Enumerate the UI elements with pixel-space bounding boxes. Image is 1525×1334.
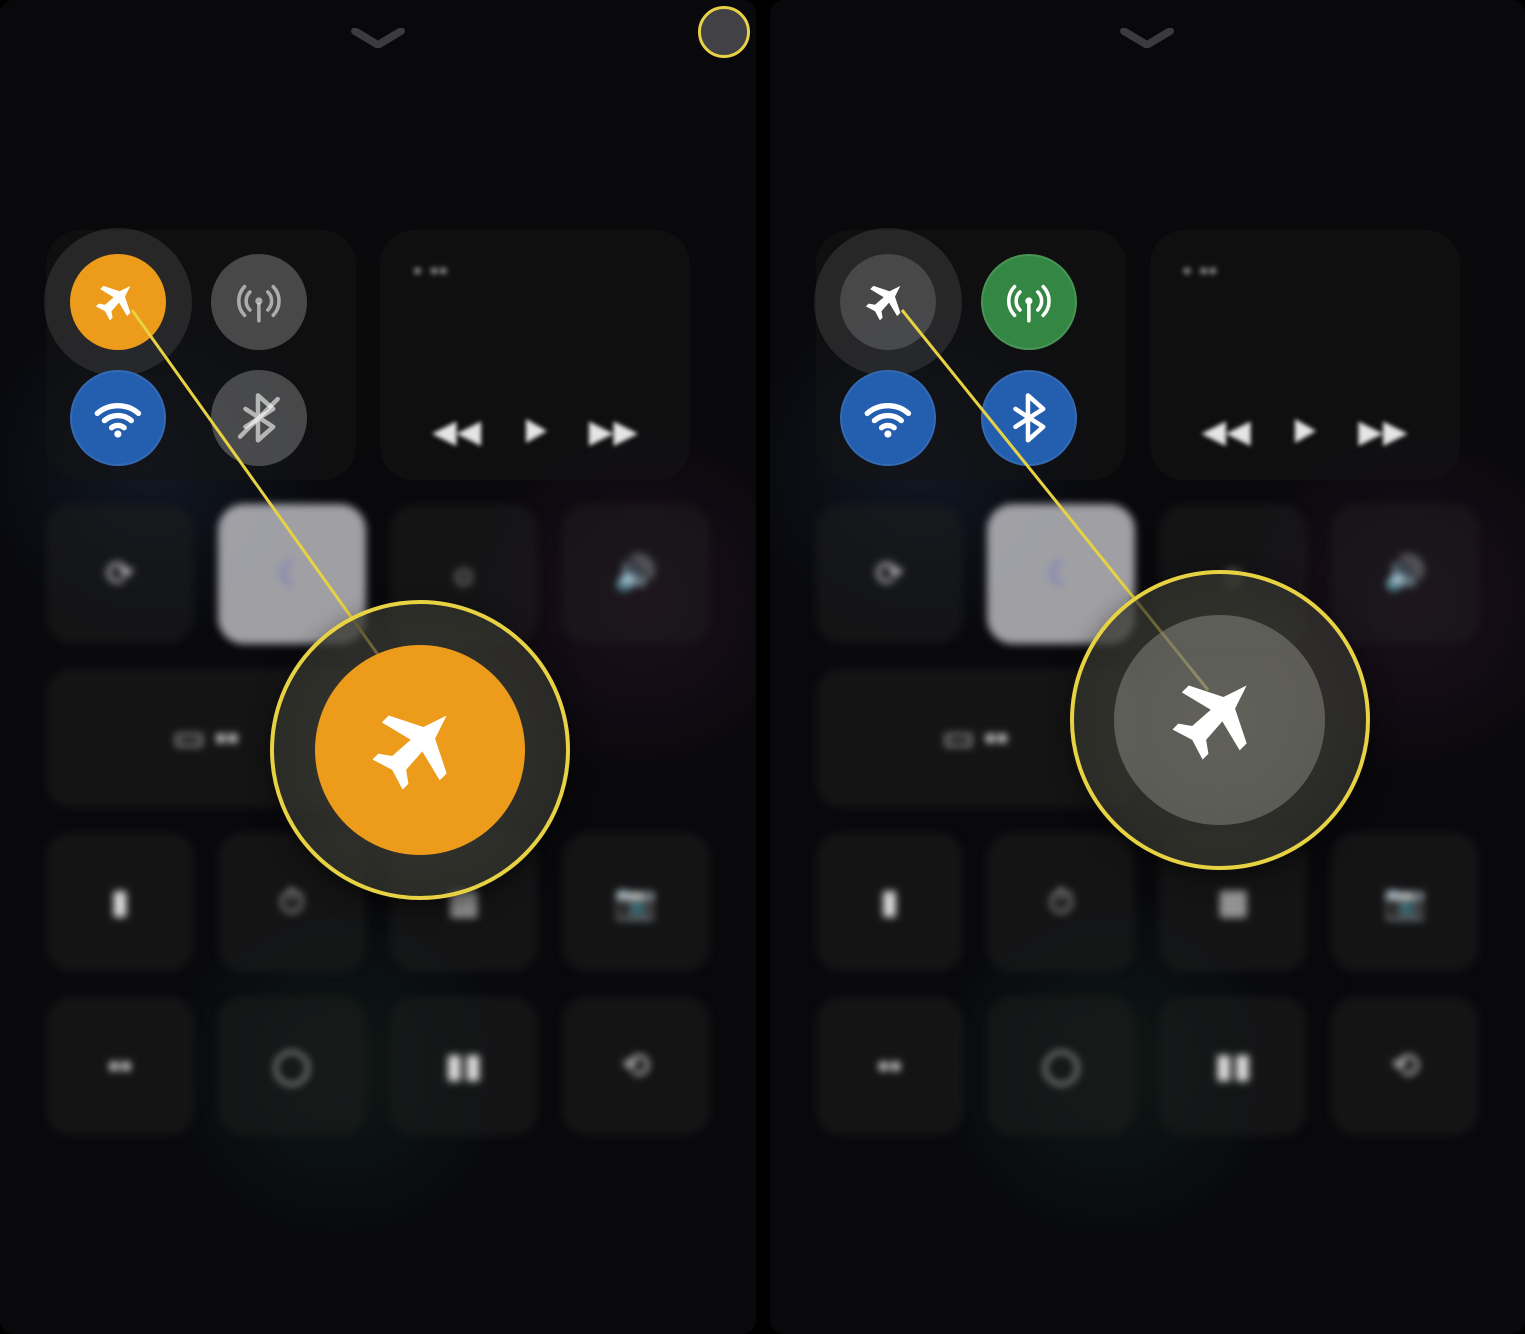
media-panel[interactable]: ▪ ▪▪ ◀◀ ▶▶ xyxy=(1150,230,1460,480)
wifi-toggle[interactable] xyxy=(840,370,936,466)
cellular-data-toggle[interactable] xyxy=(211,254,307,350)
control-center-grabber[interactable] xyxy=(338,28,418,48)
control-tiles-row-3: ▪▪ ◯ ▮▮ ⟲ xyxy=(816,996,1480,1136)
extra-tile-2[interactable]: ◯ xyxy=(987,996,1135,1136)
next-track-button[interactable]: ▶▶ xyxy=(589,412,638,450)
airplane-icon xyxy=(91,275,145,329)
connectivity-panel[interactable] xyxy=(816,230,1126,480)
play-icon[interactable] xyxy=(1286,413,1322,449)
now-playing-label: ▪ ▪▪ xyxy=(414,260,656,300)
pane-airplane-on: ▪ ▪▪ ◀◀ ▶▶ ⟳ ☾ ☼ 🔊 ▭ ▪▪ ▮ ⏱ ▦ xyxy=(0,0,756,1334)
prev-track-button[interactable]: ◀◀ xyxy=(1201,412,1250,450)
control-center-grabber[interactable] xyxy=(1107,28,1187,48)
comparison-container: ▪ ▪▪ ◀◀ ▶▶ ⟳ ☾ ☼ 🔊 ▭ ▪▪ ▮ ⏱ ▦ xyxy=(0,0,1525,1334)
media-panel[interactable]: ▪ ▪▪ ◀◀ ▶▶ xyxy=(380,230,690,480)
flashlight-tile[interactable]: ▮ xyxy=(46,832,194,972)
airplane-icon xyxy=(1162,662,1278,778)
next-track-button[interactable]: ▶▶ xyxy=(1358,412,1407,450)
prev-track-button[interactable]: ◀◀ xyxy=(432,412,481,450)
extra-tile-1[interactable]: ▪▪ xyxy=(816,996,964,1136)
airplane-icon xyxy=(861,275,915,329)
connectivity-panel[interactable] xyxy=(46,230,356,480)
camera-tile[interactable]: 📷 xyxy=(562,832,710,972)
flashlight-tile[interactable]: ▮ xyxy=(816,832,964,972)
annotation-corner-highlight xyxy=(698,6,750,58)
extra-tile-3[interactable]: ▮▮ xyxy=(1159,996,1307,1136)
control-tiles-row-3: ▪▪ ◯ ▮▮ ⟲ xyxy=(46,996,710,1136)
extra-tile-2[interactable]: ◯ xyxy=(218,996,366,1136)
media-controls[interactable]: ◀◀ ▶▶ xyxy=(414,412,656,450)
cellular-icon xyxy=(1002,275,1056,329)
bluetooth-off-icon xyxy=(232,391,286,445)
bluetooth-icon xyxy=(1002,391,1056,445)
annotation-zoom-inner xyxy=(1114,615,1324,825)
bluetooth-toggle[interactable] xyxy=(981,370,1077,466)
extra-tile-3[interactable]: ▮▮ xyxy=(390,996,538,1136)
cellular-icon xyxy=(232,275,286,329)
annotation-zoom-airplane-off xyxy=(1070,570,1370,870)
cellular-data-toggle[interactable] xyxy=(981,254,1077,350)
orientation-lock-tile[interactable]: ⟳ xyxy=(46,504,194,644)
camera-tile[interactable]: 📷 xyxy=(1331,832,1479,972)
wifi-icon xyxy=(861,391,915,445)
pane-airplane-off: ▪ ▪▪ ◀◀ ▶▶ ⟳ ☾ ☼ 🔊 ▭ ▪▪ ▮ ⏱ ▦ xyxy=(770,0,1525,1334)
control-tiles-row-2: ▮ ⏱ ▦ 📷 xyxy=(816,832,1480,972)
volume-slider[interactable]: 🔊 xyxy=(1331,504,1479,644)
extra-tile-4[interactable]: ⟲ xyxy=(562,996,710,1136)
annotation-zoom-inner xyxy=(315,645,525,855)
now-playing-label: ▪ ▪▪ xyxy=(1184,260,1426,300)
annotation-zoom-airplane-on xyxy=(270,600,570,900)
media-controls[interactable]: ◀◀ ▶▶ xyxy=(1184,412,1426,450)
play-icon[interactable] xyxy=(517,413,553,449)
extra-tile-1[interactable]: ▪▪ xyxy=(46,996,194,1136)
volume-slider[interactable]: 🔊 xyxy=(562,504,710,644)
airplane-mode-toggle[interactable] xyxy=(840,254,936,350)
wifi-toggle[interactable] xyxy=(70,370,166,466)
timer-tile[interactable]: ⏱ xyxy=(987,832,1135,972)
orientation-lock-tile[interactable]: ⟳ xyxy=(816,504,964,644)
wifi-icon xyxy=(91,391,145,445)
bluetooth-toggle[interactable] xyxy=(211,370,307,466)
extra-tile-4[interactable]: ⟲ xyxy=(1331,996,1479,1136)
airplane-mode-toggle[interactable] xyxy=(70,254,166,350)
airplane-icon xyxy=(362,692,478,808)
